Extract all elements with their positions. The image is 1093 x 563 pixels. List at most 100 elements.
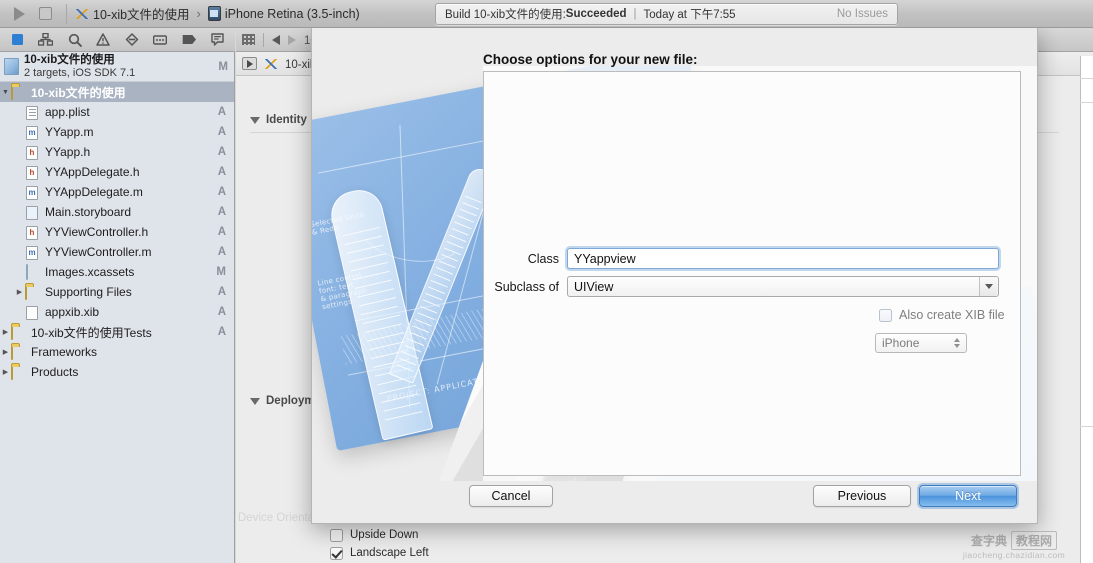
- play-icon: [13, 6, 25, 21]
- disclosure-triangle-icon[interactable]: ▼: [0, 89, 11, 96]
- tree-row[interactable]: ▶h YYViewController.h A: [0, 222, 234, 242]
- destination-selector[interactable]: iPhone Retina (3.5-inch): [207, 6, 360, 21]
- divider: [66, 3, 67, 24]
- tree-row[interactable]: ▶ Main.storyboard A: [0, 202, 234, 222]
- stepper-icon[interactable]: [954, 338, 960, 348]
- storyboard-file-icon: [26, 205, 38, 220]
- chevron-down-icon[interactable]: [979, 277, 997, 296]
- tree-row-icon: h: [25, 165, 40, 180]
- xcassets-icon: [26, 263, 28, 280]
- tree-row[interactable]: ▶ Frameworks: [0, 342, 234, 362]
- tree-row-icon: m: [25, 125, 40, 140]
- tree-row-badge: A: [217, 106, 226, 118]
- disclosure-triangle-icon[interactable]: [250, 397, 260, 405]
- tree-row-label: YYapp.h: [45, 145, 91, 159]
- orientation-landscape-left-row[interactable]: Landscape Left: [330, 544, 429, 562]
- forward-arrow-icon[interactable]: [288, 34, 296, 45]
- tree-row[interactable]: ▶ 10-xib文件的使用Tests A: [0, 322, 234, 342]
- tree-row[interactable]: ▶m YYapp.m A: [0, 122, 234, 142]
- tree-row-label: YYAppDelegate.m: [45, 185, 143, 199]
- class-input[interactable]: YYappview: [567, 248, 999, 269]
- h-file-icon: h: [26, 165, 38, 180]
- m-file-icon: m: [26, 245, 38, 260]
- subclass-field-label: Subclass of: [494, 279, 559, 294]
- tree-row[interactable]: ▶ appxib.xib A: [0, 302, 234, 322]
- tree-row-label: Frameworks: [31, 345, 98, 359]
- navigator-tab-find[interactable]: [63, 30, 87, 50]
- tree-row-icon: m: [25, 185, 40, 200]
- class-field-row: Class YYappview: [528, 248, 999, 269]
- tree-spacer: ▶: [14, 188, 25, 196]
- navigator-tab-bar: [0, 28, 235, 52]
- disclosure-triangle-icon[interactable]: ▶: [0, 368, 11, 376]
- tree-row[interactable]: ▶ Images.xcassets M: [0, 262, 234, 282]
- next-button[interactable]: Next: [919, 485, 1017, 507]
- disclosure-triangle-icon[interactable]: [250, 116, 260, 124]
- m-file-icon: m: [26, 125, 38, 140]
- orientation-upside-down-row[interactable]: Upside Down: [330, 526, 429, 544]
- scheme-label: 10-xib文件的使用: [93, 8, 190, 22]
- navigator-tab-debug[interactable]: [148, 30, 172, 50]
- disclosure-triangle-icon[interactable]: ▶: [0, 348, 11, 356]
- also-create-xib-row[interactable]: Also create XIB file: [879, 308, 1005, 322]
- tree-row[interactable]: ▶ Products: [0, 362, 234, 382]
- tree-row-icon: [25, 263, 40, 280]
- tree-row-label: 10-xib文件的使用Tests: [31, 325, 152, 340]
- tree-row-icon: [25, 105, 40, 120]
- navigator-tab-symbol[interactable]: [34, 30, 58, 50]
- target-disclosure-icon[interactable]: [242, 57, 257, 70]
- tree-row[interactable]: ▶ Supporting Files A: [0, 282, 234, 302]
- folder-icon: [11, 83, 13, 100]
- previous-button[interactable]: Previous: [813, 485, 911, 507]
- navigator-tab-test[interactable]: [120, 30, 144, 50]
- orientation-landscape-left-label: Landscape Left: [350, 547, 429, 559]
- navigator-tab-report[interactable]: [206, 30, 230, 50]
- navigator-tab-issue[interactable]: [91, 30, 115, 50]
- m-file-icon: m: [26, 185, 38, 200]
- device-icon: [207, 6, 221, 21]
- tree-row[interactable]: ▶m YYViewController.m A: [0, 242, 234, 262]
- tree-row[interactable]: ▶m YYAppDelegate.m A: [0, 182, 234, 202]
- scheme-selector[interactable]: 10-xib文件的使用: [75, 4, 190, 23]
- project-subtitle: 2 targets, iOS SDK 7.1: [24, 66, 136, 79]
- device-family-popup[interactable]: iPhone: [875, 333, 967, 353]
- tree-row-icon: [25, 283, 40, 300]
- project-file-tree: ▼10-xib文件的使用▶app.plistA▶mYYapp.mA▶hYYapp…: [0, 82, 234, 382]
- tree-row-badge: A: [217, 246, 226, 258]
- tree-row-label: YYViewController.m: [45, 245, 152, 259]
- checkbox-also-create-xib[interactable]: [879, 308, 892, 322]
- disclosure-triangle-icon[interactable]: ▶: [0, 328, 11, 336]
- divider: [263, 32, 264, 47]
- tree-row[interactable]: ▶h YYAppDelegate.h A: [0, 162, 234, 182]
- tree-row-label: Main.storyboard: [45, 205, 132, 219]
- project-title: 10-xib文件的使用: [24, 53, 115, 66]
- tree-row-icon: [11, 323, 26, 340]
- tree-spacer: ▶: [14, 248, 25, 256]
- editor-layout-icon[interactable]: [242, 34, 255, 45]
- tree-row[interactable]: ▼ 10-xib文件的使用: [0, 82, 234, 102]
- disclosure-triangle-icon[interactable]: ▶: [14, 288, 25, 296]
- navigator-tab-breakpoint[interactable]: [177, 30, 201, 50]
- run-button[interactable]: [6, 3, 32, 25]
- back-arrow-icon[interactable]: [272, 34, 280, 45]
- cancel-button[interactable]: Cancel: [469, 485, 553, 507]
- subclass-popup[interactable]: UIView: [567, 276, 999, 297]
- section-identity-label: Identity: [266, 114, 307, 126]
- tree-spacer: ▶: [14, 308, 25, 316]
- checkbox-landscape-left[interactable]: [330, 546, 343, 560]
- project-header-row[interactable]: 10-xib文件的使用 2 targets, iOS SDK 7.1 M: [0, 52, 234, 82]
- tree-row-badge: A: [217, 126, 226, 138]
- stop-button[interactable]: [32, 3, 58, 25]
- checkbox-upside-down[interactable]: [330, 528, 343, 542]
- folder-icon: [25, 283, 27, 300]
- navigator-tab-project[interactable]: [5, 30, 29, 50]
- status-prefix: Build 10-xib文件的使用:: [445, 9, 566, 21]
- tree-spacer: ▶: [14, 228, 25, 236]
- status-time: Today at 下午7:55: [643, 9, 736, 21]
- tree-spacer: ▶: [14, 128, 25, 136]
- tree-row[interactable]: ▶ app.plist A: [0, 102, 234, 122]
- activity-status-bar[interactable]: Build 10-xib文件的使用: Succeeded | Today at …: [435, 3, 898, 25]
- tree-row-badge: A: [217, 226, 226, 238]
- tree-row[interactable]: ▶h YYapp.h A: [0, 142, 234, 162]
- tree-row-label: appxib.xib: [45, 305, 100, 319]
